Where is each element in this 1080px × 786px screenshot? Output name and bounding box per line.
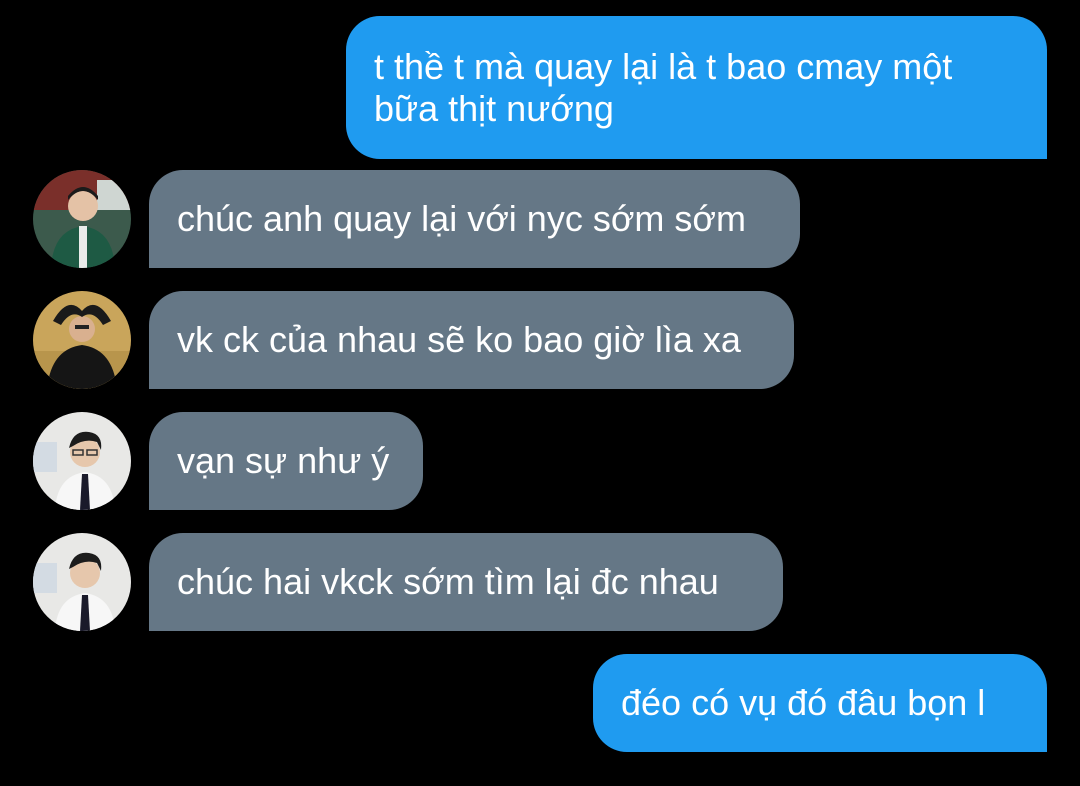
outgoing-message-bubble[interactable]: t thề t mà quay lại là t bao cmay một bữ… [346,16,1047,159]
message-text: vk ck của nhau sẽ ko bao giờ lìa xa [177,319,741,360]
message-text: vạn sự như ý [177,440,390,481]
user-avatar[interactable] [33,412,131,510]
incoming-message-bubble[interactable]: vạn sự như ý [149,412,423,510]
user-avatar[interactable] [33,291,131,389]
message-text: t thề t mà quay lại là t bao cmay một bữ… [374,45,953,129]
avatar-photo-icon [33,291,131,389]
incoming-message-bubble[interactable]: vk ck của nhau sẽ ko bao giờ lìa xa [149,291,794,389]
avatar-photo-icon [33,533,131,631]
message-text: đéo có vụ đó đâu bọn l [621,682,986,723]
outgoing-message-bubble[interactable]: đéo có vụ đó đâu bọn l [593,654,1047,752]
message-text: chúc anh quay lại với nyc sớm sớm [177,198,747,239]
incoming-message-bubble[interactable]: chúc hai vkck sớm tìm lại đc nhau [149,533,783,631]
user-avatar[interactable] [33,170,131,268]
avatar-photo-icon [33,412,131,510]
avatar-photo-icon [33,170,131,268]
message-text: chúc hai vkck sớm tìm lại đc nhau [177,561,719,602]
incoming-message-bubble[interactable]: chúc anh quay lại với nyc sớm sớm [149,170,800,268]
chat-thread: t thề t mà quay lại là t bao cmay một bữ… [0,0,1080,786]
user-avatar[interactable] [33,533,131,631]
